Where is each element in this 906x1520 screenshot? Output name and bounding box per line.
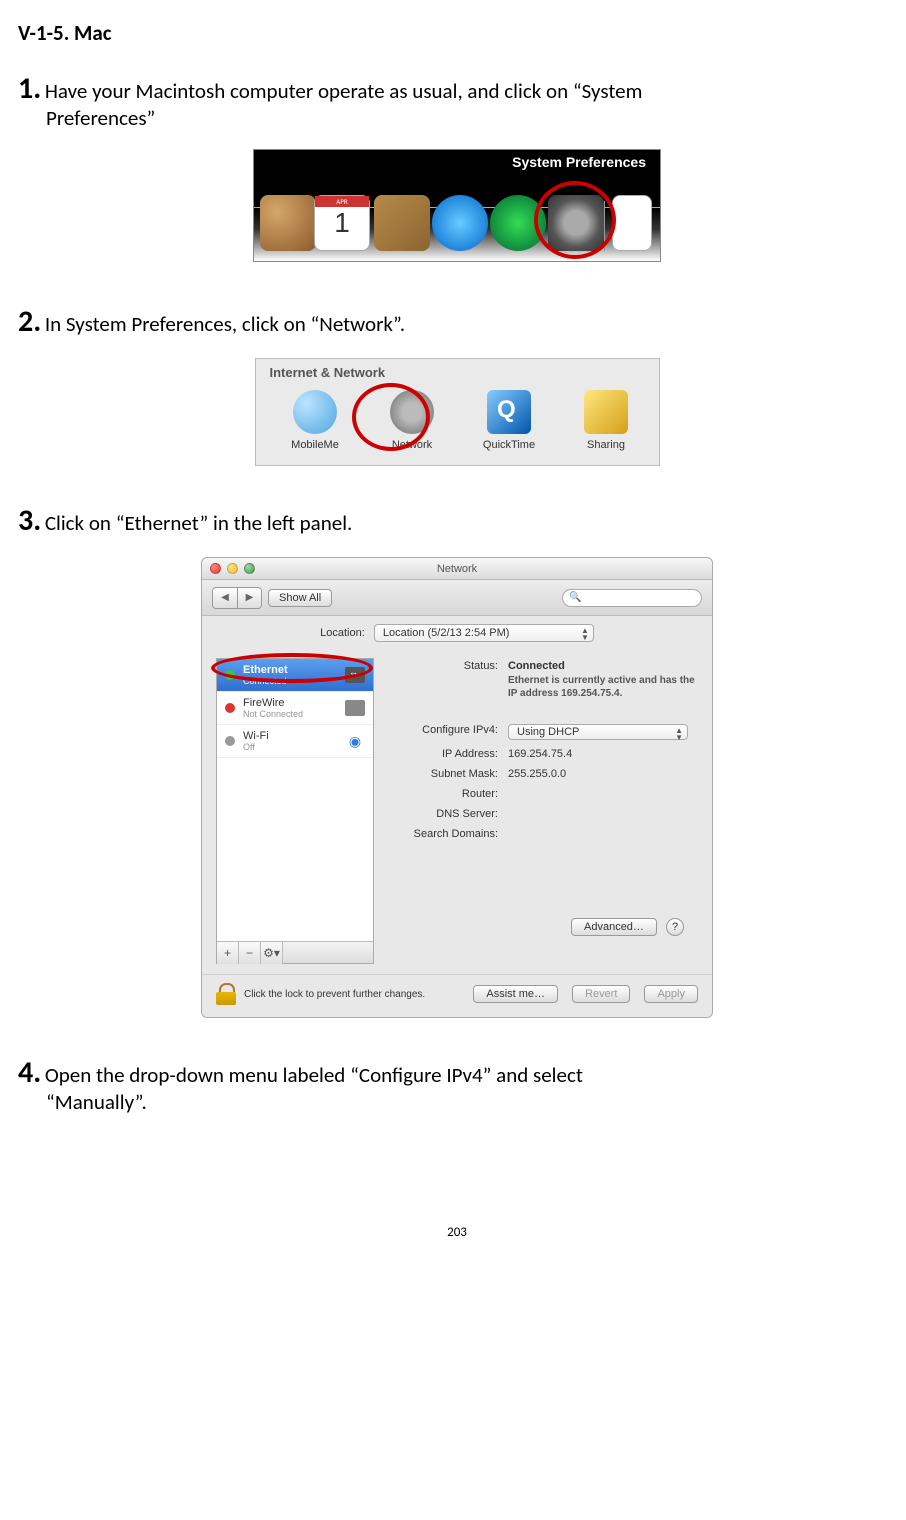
step-4-cont: “Manually”. xyxy=(46,1089,896,1115)
section-heading: V-1-5. Mac xyxy=(18,20,896,46)
status-value: Connected xyxy=(508,660,565,672)
step-1: 1. Have your Macintosh computer operate … xyxy=(18,70,896,131)
ip-label: IP Address: xyxy=(388,748,508,760)
itunes-icon xyxy=(432,195,488,251)
status-dot-icon xyxy=(225,670,235,680)
sharing-icon xyxy=(584,390,628,434)
sidebar-sub: Off xyxy=(243,742,337,752)
step-2-num: 2. xyxy=(18,303,41,340)
help-button[interactable]: ? xyxy=(666,918,684,936)
ethernet-icon xyxy=(345,667,365,683)
firewire-icon xyxy=(345,700,365,716)
dock-screenshot: System Preferences xyxy=(253,149,661,262)
nav-buttons[interactable]: ◀ ▶ xyxy=(212,587,262,609)
sidebar-sub: Not Connected xyxy=(243,709,337,719)
sidebar-item-firewire[interactable]: FireWire Not Connected xyxy=(217,692,373,725)
pdf-icon xyxy=(612,195,652,251)
quicktime-label: QuickTime xyxy=(472,439,547,451)
location-select[interactable]: Location (5/2/13 2:54 PM) ▲▼ xyxy=(374,624,594,642)
addressbook-icon xyxy=(260,195,316,251)
mask-label: Subnet Mask: xyxy=(388,768,508,780)
search-domains-label: Search Domains: xyxy=(388,828,508,840)
back-button[interactable]: ◀ xyxy=(213,588,237,608)
sharing-label: Sharing xyxy=(569,439,644,451)
sidebar-sub: Connected xyxy=(243,676,337,686)
ip-value: 169.254.75.4 xyxy=(508,748,698,760)
step-1-cont: Preferences” xyxy=(46,105,896,131)
step-2: 2. In System Preferences, click on “Netw… xyxy=(18,303,896,340)
close-icon[interactable] xyxy=(210,563,221,574)
status-dot-icon xyxy=(225,703,235,713)
step-3-num: 3. xyxy=(18,502,41,539)
step-4: 4. Open the drop-down menu labeled “Conf… xyxy=(18,1054,896,1115)
location-value: Location (5/2/13 2:54 PM) xyxy=(383,627,510,639)
window-title: Network xyxy=(437,563,477,575)
wifi-icon xyxy=(345,733,365,749)
lock-icon[interactable] xyxy=(216,983,236,1005)
advanced-button[interactable]: Advanced… xyxy=(571,918,657,936)
status-dot-icon xyxy=(225,736,235,746)
quicktime-item[interactable]: QuickTime xyxy=(472,390,547,451)
revert-button[interactable]: Revert xyxy=(572,985,630,1003)
step-1-text: Have your Macintosh computer operate as … xyxy=(45,78,643,104)
dns-label: DNS Server: xyxy=(388,808,508,820)
apply-button[interactable]: Apply xyxy=(644,985,698,1003)
network-window: Network ◀ ▶ Show All 🔍 Location: Locatio… xyxy=(201,557,713,1018)
status-label: Status: xyxy=(388,660,508,672)
highlight-ellipse xyxy=(352,383,430,451)
mobileme-icon xyxy=(293,390,337,434)
configure-value: Using DHCP xyxy=(517,726,579,738)
highlight-ellipse xyxy=(534,181,616,259)
mobileme-item[interactable]: MobileMe xyxy=(278,390,353,451)
add-button[interactable]: + xyxy=(217,942,239,964)
step-2-text: In System Preferences, click on “Network… xyxy=(45,311,405,337)
step-3: 3. Click on “Ethernet” in the left panel… xyxy=(18,502,896,539)
zoom-icon[interactable] xyxy=(244,563,255,574)
configure-select[interactable]: Using DHCP ▲▼ xyxy=(508,724,688,740)
internet-network-panel: Internet & Network MobileMe Network Quic… xyxy=(255,358,660,466)
forward-button[interactable]: ▶ xyxy=(237,588,261,608)
search-input[interactable]: 🔍 xyxy=(562,589,702,607)
location-label: Location: xyxy=(320,627,365,639)
gear-button[interactable]: ⚙︎▾ xyxy=(261,942,283,964)
sidebar-name: Ethernet xyxy=(243,664,337,676)
sharing-item[interactable]: Sharing xyxy=(569,390,644,451)
interface-sidebar: Ethernet Connected FireWire Not Connecte… xyxy=(216,658,374,964)
mask-value: 255.255.0.0 xyxy=(508,768,698,780)
dock-tooltip-label: System Preferences xyxy=(512,154,646,170)
network-form: Status: Connected Ethernet is currently … xyxy=(388,658,698,964)
configure-label: Configure IPv4: xyxy=(388,724,508,736)
remove-button[interactable]: − xyxy=(239,942,261,964)
minimize-icon[interactable] xyxy=(227,563,238,574)
show-all-button[interactable]: Show All xyxy=(268,589,332,607)
step-1-num: 1. xyxy=(18,70,41,107)
step-4-text: Open the drop-down menu labeled “Configu… xyxy=(45,1062,583,1088)
mobileme-label: MobileMe xyxy=(278,439,353,451)
sidebar-item-wifi[interactable]: Wi-Fi Off xyxy=(217,725,373,758)
window-titlebar: Network xyxy=(202,558,712,580)
lock-text: Click the lock to prevent further change… xyxy=(244,989,459,1000)
step-4-num: 4. xyxy=(18,1054,41,1091)
quicktime-icon xyxy=(487,390,531,434)
internet-network-title: Internet & Network xyxy=(270,365,659,380)
sidebar-name: Wi-Fi xyxy=(243,730,337,742)
step-3-text: Click on “Ethernet” in the left panel. xyxy=(45,510,352,536)
page-number: 203 xyxy=(18,1225,896,1240)
assist-button[interactable]: Assist me… xyxy=(473,985,558,1003)
sidebar-name: FireWire xyxy=(243,697,337,709)
router-label: Router: xyxy=(388,788,508,800)
status-subtext: Ethernet is currently active and has the… xyxy=(508,674,698,700)
calendar-icon xyxy=(314,195,370,251)
clipboard-icon xyxy=(374,195,430,251)
sidebar-item-ethernet[interactable]: Ethernet Connected xyxy=(217,659,373,692)
